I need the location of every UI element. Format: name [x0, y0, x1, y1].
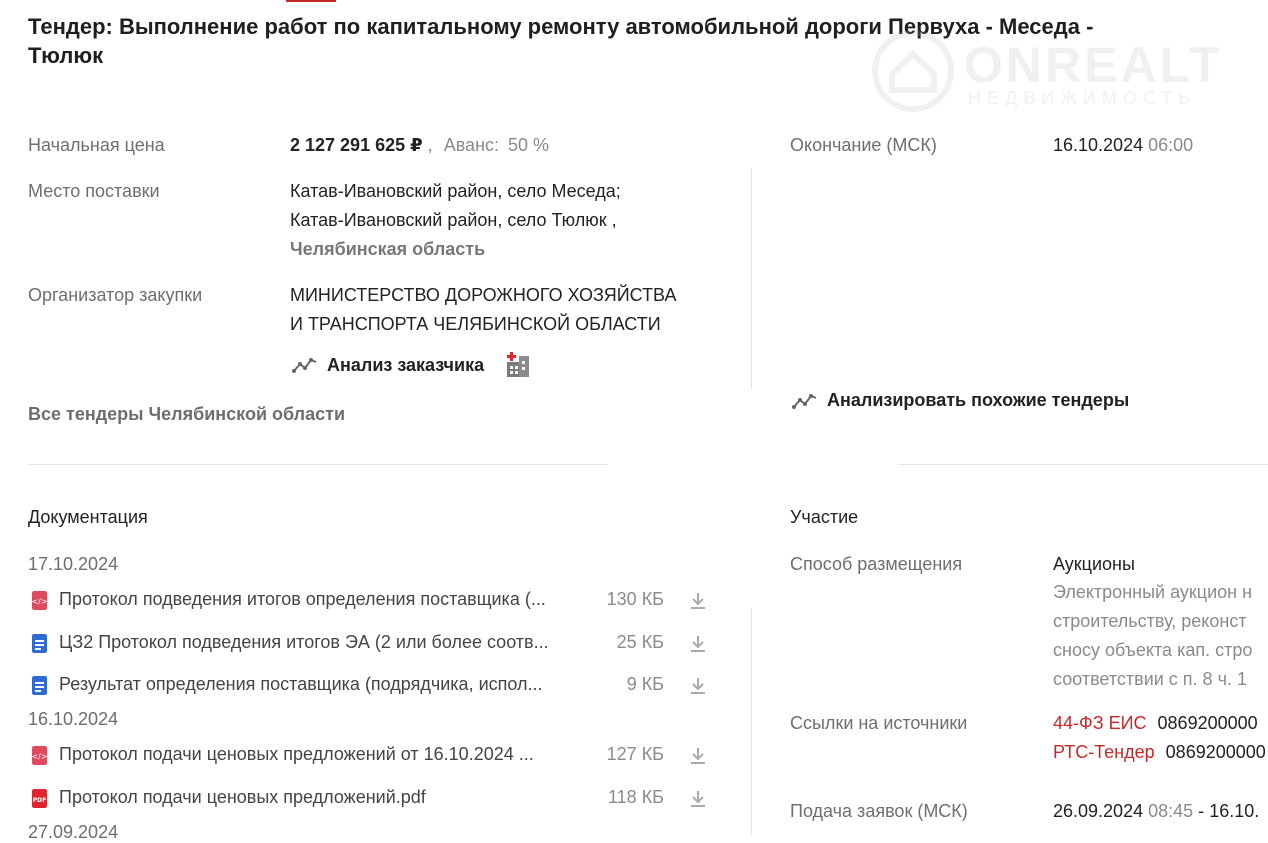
end-label: Окончание (МСК) — [790, 135, 937, 155]
horizontal-divider-left — [28, 464, 608, 465]
watermark-subtitle: НЕДВИЖИМОСТЬ — [968, 88, 1196, 108]
method-desc-line-2: строительству, реконст — [1053, 611, 1247, 631]
download-icon[interactable] — [689, 789, 707, 809]
advance-value: 50 % — [508, 135, 550, 155]
doc-date-header: 27.09.2024 — [28, 822, 119, 842]
method-value: Аукционы — [1053, 554, 1135, 574]
price-separator: , — [427, 135, 433, 155]
place-region-link[interactable]: Челябинская область — [290, 235, 730, 264]
document-name[interactable]: Протокол подачи ценовых предложений.pdf — [59, 787, 559, 808]
document-name[interactable]: Протокол подведения итогов определения п… — [59, 589, 559, 610]
house-logo-icon — [872, 30, 954, 112]
apply-label: Подача заявок (МСК) — [790, 801, 968, 821]
price-label: Начальная цена — [28, 135, 165, 155]
sources-label: Ссылки на источники — [790, 713, 968, 733]
document-size: 25 КБ — [616, 632, 664, 652]
apply-separator: - — [1198, 801, 1205, 821]
sources-list: 44-ФЗ ЕИС 0869200000 РТС-Тендер 08692000… — [1053, 709, 1268, 767]
vertical-divider-bottom — [751, 608, 752, 836]
document-size: 118 КБ — [608, 787, 664, 807]
apply-date: 26.09.2024 — [1053, 801, 1144, 821]
organizer-label: Организатор закупки — [28, 285, 203, 305]
end-date: 16.10.2024 — [1053, 135, 1144, 155]
document-name[interactable]: Протокол подачи ценовых предложений от 1… — [59, 744, 559, 765]
svg-text:</>: </> — [32, 752, 47, 761]
analyze-similar-button[interactable]: Анализировать похожие тендеры — [790, 388, 1150, 416]
top-accent-bar — [286, 0, 336, 2]
source-rts-number: 0869200000 — [1165, 742, 1266, 762]
xml-file-icon: </> — [32, 746, 47, 765]
method-desc-line-3: сносу объекта кап. стро — [1053, 640, 1253, 660]
price-row: 2 127 291 625 ₽ , Аванс: 50 % — [290, 135, 549, 156]
document-row[interactable]: </> Протокол подведения итогов определен… — [28, 589, 718, 619]
advance-label: Аванс: — [443, 135, 500, 155]
pdf-file-icon: PDF — [32, 789, 47, 808]
document-name[interactable]: ЦЗ2 Протокол подведения итогов ЭА (2 или… — [59, 632, 559, 653]
method-desc-line-4: соответствии с п. 8 ч. 1 — [1053, 669, 1247, 689]
source-eis-number: 0869200000 — [1157, 713, 1258, 733]
source-rts-link[interactable]: РТС-Тендер — [1053, 742, 1155, 762]
horizontal-divider-right — [898, 464, 1268, 465]
price-value: 2 127 291 625 ₽ — [290, 135, 423, 155]
download-icon[interactable] — [689, 634, 707, 654]
trend-chart-icon — [792, 394, 817, 409]
download-icon[interactable] — [689, 746, 707, 766]
place-value: Катав-Ивановский район, село Меседа; Кат… — [290, 177, 730, 264]
analyze-similar-label: Анализировать похожие тендеры — [827, 390, 1130, 410]
method-label: Способ размещения — [790, 554, 963, 574]
document-size: 9 КБ — [626, 674, 664, 694]
apply-end-date: 16.10. — [1209, 801, 1260, 821]
place-line-2: Катав-Ивановский район, село Тюлюк , — [290, 210, 617, 230]
watermark-brand: ONREALT — [964, 37, 1223, 93]
doc-date-header: 16.10.2024 — [28, 709, 119, 729]
document-size: 130 КБ — [606, 589, 664, 609]
doc-date-header: 17.10.2024 — [28, 554, 119, 574]
end-time: 06:00 — [1148, 135, 1194, 155]
document-row[interactable]: ЦЗ2 Протокол подведения итогов ЭА (2 или… — [28, 632, 718, 662]
source-eis-link[interactable]: 44-ФЗ ЕИС — [1053, 713, 1147, 733]
analyze-customer-button[interactable]: Анализ заказчика — [290, 352, 550, 380]
trend-chart-icon — [292, 358, 317, 373]
documentation-title: Документация — [28, 507, 148, 527]
hospital-building-icon — [507, 352, 529, 377]
method-description: Электронный аукцион н строительству, рек… — [1053, 578, 1268, 694]
end-value: 16.10.2024 06:00 — [1053, 135, 1193, 156]
all-tenders-region-link[interactable]: Все тендеры Челябинской области — [28, 404, 345, 425]
watermark: ONREALT НЕДВИЖИМОСТЬ — [866, 26, 1246, 116]
svg-text:PDF: PDF — [33, 797, 46, 804]
place-line-1: Катав-Ивановский район, село Меседа; — [290, 181, 621, 201]
document-row[interactable]: </> Протокол подачи ценовых предложений … — [28, 744, 718, 774]
method-desc-line-1: Электронный аукцион н — [1053, 582, 1253, 602]
document-size: 127 КБ — [606, 744, 664, 764]
place-label: Место поставки — [28, 181, 160, 201]
apply-time: 08:45 — [1148, 801, 1194, 821]
word-file-icon — [32, 634, 47, 653]
organizer-value: МИНИСТЕРСТВО ДОРОЖНОГО ХОЗЯЙСТВА И ТРАНС… — [290, 281, 730, 339]
document-row[interactable]: PDF Протокол подачи ценовых предложений.… — [28, 787, 718, 817]
download-icon[interactable] — [689, 676, 707, 696]
organizer-line-1: МИНИСТЕРСТВО ДОРОЖНОГО ХОЗЯЙСТВА — [290, 285, 677, 305]
download-icon[interactable] — [689, 591, 707, 611]
xml-file-icon: </> — [32, 591, 47, 610]
document-name[interactable]: Результат определения поставщика (подряд… — [59, 674, 559, 695]
analyze-customer-label: Анализ заказчика — [327, 355, 485, 375]
participation-title: Участие — [790, 507, 859, 527]
word-file-icon — [32, 676, 47, 695]
document-row[interactable]: Результат определения поставщика (подряд… — [28, 674, 718, 704]
vertical-divider-top — [751, 168, 752, 390]
svg-text:</>: </> — [32, 597, 47, 606]
organizer-line-2: И ТРАНСПОРТА ЧЕЛЯБИНСКОЙ ОБЛАСТИ — [290, 314, 661, 334]
apply-value: 26.09.2024 08:45 - 16.10. — [1053, 801, 1268, 822]
